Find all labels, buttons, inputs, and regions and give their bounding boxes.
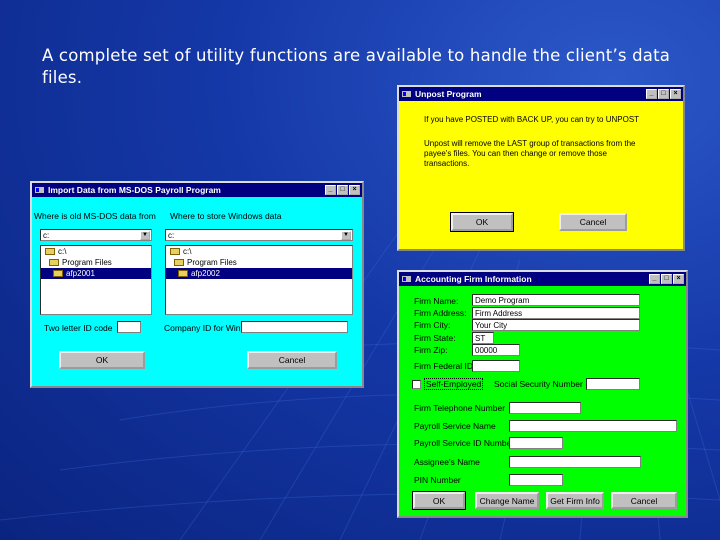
company-id-input[interactable] [241, 321, 348, 333]
minimize-icon[interactable]: _ [325, 185, 336, 195]
unpost-description: Unpost will remove the LAST group of tra… [424, 139, 636, 168]
tree-item[interactable]: c:\ [166, 246, 352, 257]
drive-select-right[interactable]: c: ▼ [165, 229, 353, 241]
tree-item[interactable]: c:\ [41, 246, 151, 257]
firm-state-label: Firm State: [414, 333, 456, 343]
firm-state-input[interactable]: ST [472, 332, 494, 344]
maximize-icon[interactable]: □ [661, 274, 672, 284]
two-letter-id-input[interactable] [117, 321, 141, 333]
minimize-icon[interactable]: _ [649, 274, 660, 284]
label-to: Where to store Windows data [170, 211, 282, 221]
tree-item-selected[interactable]: afp2001 [41, 268, 151, 279]
service-id-label: Payroll Service ID Number [414, 438, 515, 448]
pin-input[interactable] [509, 474, 563, 486]
import-data-window: Import Data from MS-DOS Payroll Program … [30, 181, 364, 388]
self-employed-label: Self-Employed [424, 378, 484, 390]
drive-value: c: [43, 231, 50, 240]
firm-name-label: Firm Name: [414, 296, 459, 306]
tree-item[interactable]: Program Files [166, 257, 352, 268]
folder-tree-left[interactable]: c:\ Program Files afp2001 [40, 245, 152, 315]
ok-button[interactable]: OK [412, 491, 466, 510]
label-from: Where is old MS-DOS data from [34, 211, 156, 221]
ssn-label: Social Security Number [494, 379, 583, 389]
phone-label: Firm Telephone Number [414, 403, 506, 413]
folder-tree-right[interactable]: c:\ Program Files afp2002 [165, 245, 353, 315]
unpost-titlebar[interactable]: Unpost Program _ □ × [399, 87, 683, 101]
change-name-button[interactable]: Change Name [475, 492, 539, 509]
get-firm-info-button[interactable]: Get Firm Info [546, 492, 604, 509]
chevron-down-icon[interactable]: ▼ [341, 231, 351, 240]
ok-button[interactable]: OK [59, 351, 145, 369]
app-icon [35, 187, 44, 193]
firm-federal-id-label: Firm Federal ID: [414, 361, 476, 371]
firm-city-input[interactable]: Your City [472, 319, 640, 331]
maximize-icon[interactable]: □ [337, 185, 348, 195]
firm-federal-id-input[interactable] [472, 360, 520, 372]
ok-button[interactable]: OK [450, 212, 514, 232]
chevron-down-icon[interactable]: ▼ [140, 231, 150, 240]
service-name-label: Payroll Service Name [414, 421, 496, 431]
minimize-icon[interactable]: _ [646, 89, 657, 99]
app-icon [402, 91, 411, 97]
firm-zip-input[interactable]: 00000 [472, 344, 520, 356]
folder-open-icon [170, 248, 180, 255]
drive-select-left[interactable]: c: ▼ [40, 229, 152, 241]
assignee-label: Assignee's Name [414, 457, 480, 467]
tree-item-selected[interactable]: afp2002 [166, 268, 352, 279]
cancel-button[interactable]: Cancel [247, 351, 337, 369]
drive-value: c: [168, 231, 175, 240]
app-icon [402, 276, 411, 282]
self-employed-checkbox[interactable] [412, 380, 421, 389]
unpost-window: Unpost Program _ □ × If you have POSTED … [397, 85, 685, 251]
firm-name-input[interactable]: Demo Program [472, 294, 640, 306]
firm-zip-label: Firm Zip: [414, 345, 448, 355]
pin-label: PIN Number [414, 475, 461, 485]
folder-open-icon [45, 248, 55, 255]
close-icon[interactable]: × [670, 89, 681, 99]
service-name-input[interactable] [509, 420, 677, 432]
import-titlebar[interactable]: Import Data from MS-DOS Payroll Program … [32, 183, 362, 197]
firm-address-input[interactable]: Firm Address [472, 307, 640, 319]
firm-titlebar[interactable]: Accounting Firm Information _ □ × [399, 272, 686, 286]
slide-body-text: A complete set of utility functions are … [42, 46, 671, 87]
firm-city-label: Firm City: [414, 320, 451, 330]
assignee-input[interactable] [509, 456, 641, 468]
folder-open-icon [178, 270, 188, 277]
window-title: Import Data from MS-DOS Payroll Program [48, 185, 221, 195]
folder-open-icon [49, 259, 59, 266]
label-company-id: Company ID for Win [164, 323, 241, 333]
ssn-input[interactable] [586, 378, 640, 390]
close-icon[interactable]: × [349, 185, 360, 195]
close-icon[interactable]: × [673, 274, 684, 284]
label-two-letter-id: Two letter ID code [44, 323, 113, 333]
tree-item[interactable]: Program Files [41, 257, 151, 268]
phone-input[interactable] [509, 402, 581, 414]
window-title: Accounting Firm Information [415, 274, 532, 284]
firm-address-label: Firm Address: [414, 308, 467, 318]
cancel-button[interactable]: Cancel [559, 213, 627, 231]
folder-open-icon [174, 259, 184, 266]
unpost-instruction: If you have POSTED with BACK UP, you can… [424, 115, 640, 124]
service-id-input[interactable] [509, 437, 563, 449]
accounting-firm-window: Accounting Firm Information _ □ × Firm N… [397, 270, 688, 518]
maximize-icon[interactable]: □ [658, 89, 669, 99]
cancel-button[interactable]: Cancel [611, 492, 677, 509]
folder-open-icon [53, 270, 63, 277]
window-title: Unpost Program [415, 89, 482, 99]
